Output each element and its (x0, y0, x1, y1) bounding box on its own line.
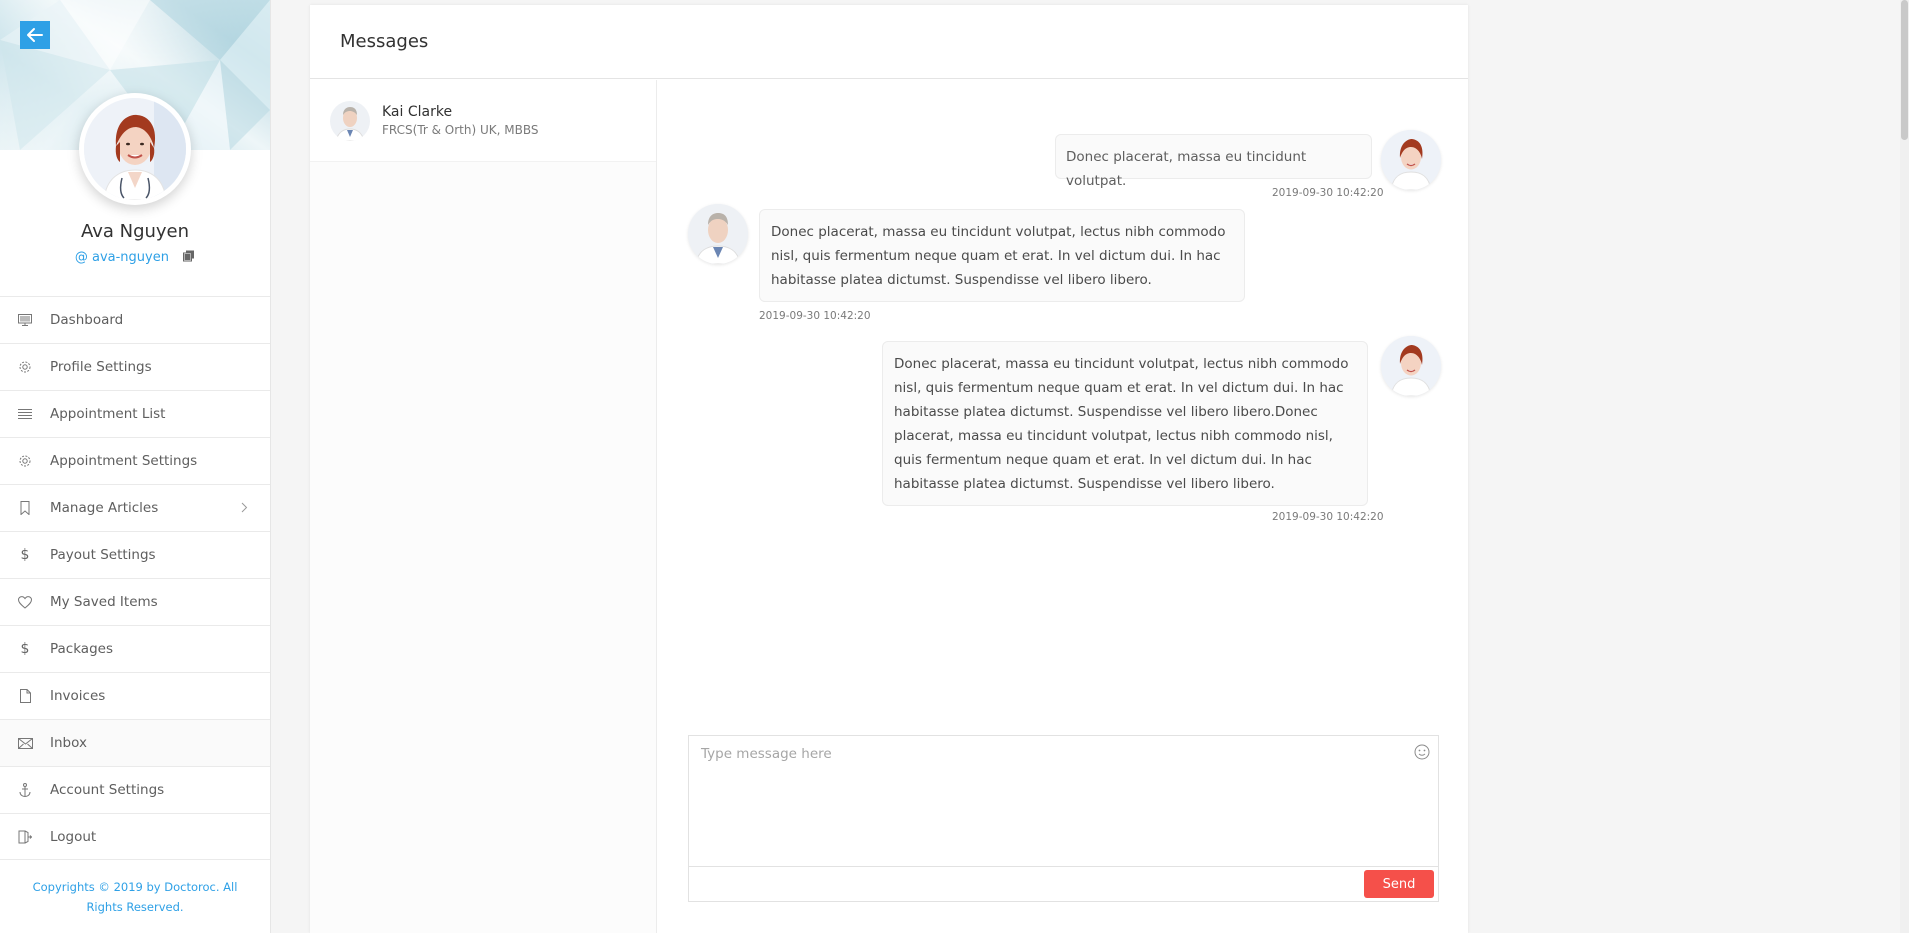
sidebar-item-label: Logout (50, 828, 97, 845)
message-timestamp: 2019-09-30 10:42:20 (1272, 187, 1384, 199)
message-bubble-sent: Donec placerat, massa eu tincidunt volut… (882, 341, 1368, 506)
sidebar-item-dashboard[interactable]: Dashboard (0, 296, 270, 343)
sidebar-item-profile-settings[interactable]: Profile Settings (0, 343, 270, 390)
contact-name: Kai Clarke (382, 104, 453, 120)
heart-icon (17, 594, 33, 610)
contact-chat-avatar (688, 204, 748, 264)
copy-icon[interactable] (183, 250, 195, 266)
sidebar-item-invoices[interactable]: Invoices (0, 672, 270, 719)
message-composer: Send (688, 735, 1439, 902)
messages-panel: Messages Kai Clarke FRCS(Tr & Orth) UK, … (310, 5, 1468, 933)
sidebar-item-manage-articles[interactable]: Manage Articles (0, 484, 270, 531)
anchor-icon (17, 782, 33, 798)
message-timestamp: 2019-09-30 10:42:20 (1272, 511, 1384, 523)
message-timestamp: 2019-09-30 10:42:20 (759, 310, 871, 322)
bookmark-icon (17, 500, 33, 516)
envelope-icon (17, 735, 33, 751)
sidebar-item-appointment-list[interactable]: Appointment List (0, 390, 270, 437)
gear-icon (17, 359, 33, 375)
page-scrollbar[interactable] (1900, 0, 1909, 933)
sidebar-item-label: Manage Articles (50, 500, 159, 516)
composer-divider (689, 866, 1438, 867)
sidebar-item-inbox[interactable]: Inbox (0, 719, 270, 766)
list-icon (17, 406, 33, 422)
chevron-right-icon (241, 501, 248, 517)
chat-thread: Donec placerat, massa eu tincidunt volut… (658, 80, 1468, 933)
sidebar-item-label: Appointment List (50, 406, 166, 422)
dollar-icon: $ (20, 547, 30, 563)
sidebar-item-label: Dashboard (50, 312, 124, 328)
sidebar-item-my-saved-items[interactable]: My Saved Items (0, 578, 270, 625)
contact-avatar (330, 100, 370, 141)
sidebar-item-logout[interactable]: Logout (0, 813, 270, 860)
sidebar-item-appointment-settings[interactable]: Appointment Settings (0, 437, 270, 484)
message-input[interactable] (689, 736, 1438, 866)
sidebar-item-label: Account Settings (50, 782, 165, 798)
profile-handle-text: @ ava-nguyen (74, 250, 169, 265)
back-button[interactable] (20, 21, 50, 49)
my-avatar (1381, 130, 1441, 190)
profile-handle: @ ava-nguyen (0, 250, 270, 266)
sidebar-item-label: Profile Settings (50, 359, 152, 375)
file-icon (17, 688, 33, 704)
sidebar-item-label: Packages (50, 641, 113, 657)
monitor-icon (17, 312, 33, 328)
sidebar-item-payout-settings[interactable]: $ Payout Settings (0, 531, 270, 578)
profile-avatar (79, 93, 191, 205)
sidebar-item-packages[interactable]: $ Packages (0, 625, 270, 672)
contact-list: Kai Clarke FRCS(Tr & Orth) UK, MBBS (310, 80, 657, 933)
logout-icon (17, 829, 33, 845)
scrollbar-thumb[interactable] (1901, 0, 1908, 140)
message-bubble-sent: Donec placerat, massa eu tincidunt volut… (1055, 134, 1372, 189)
sidebar-item-account-settings[interactable]: Account Settings (0, 766, 270, 813)
contact-item[interactable]: Kai Clarke FRCS(Tr & Orth) UK, MBBS (310, 80, 656, 162)
sidebar-item-label: Inbox (50, 735, 87, 751)
send-button[interactable]: Send (1364, 870, 1434, 898)
arrow-left-icon (27, 28, 43, 42)
contact-degree: FRCS(Tr & Orth) UK, MBBS (382, 123, 539, 137)
copyright-text: Copyrights © 2019 by Doctoroc. All Right… (32, 880, 238, 914)
message-bubble-received: Donec placerat, massa eu tincidunt volut… (759, 209, 1245, 302)
sidebar-item-label: My Saved Items (50, 594, 158, 610)
sidebar-item-label: Payout Settings (50, 547, 156, 563)
sidebar-menu: Dashboard Profile Settings Appointment L… (0, 296, 270, 860)
sidebar: Ava Nguyen @ ava-nguyen Dashboard Profil… (0, 0, 271, 933)
profile-name: Ava Nguyen (80, 221, 190, 242)
sidebar-item-label: Invoices (50, 688, 106, 704)
dollar-icon: $ (20, 641, 30, 657)
my-avatar (1381, 336, 1441, 396)
emoji-icon[interactable] (1414, 744, 1430, 764)
gear-icon (17, 453, 33, 469)
page-title: Messages (310, 5, 1468, 79)
sidebar-item-label: Appointment Settings (50, 453, 198, 469)
